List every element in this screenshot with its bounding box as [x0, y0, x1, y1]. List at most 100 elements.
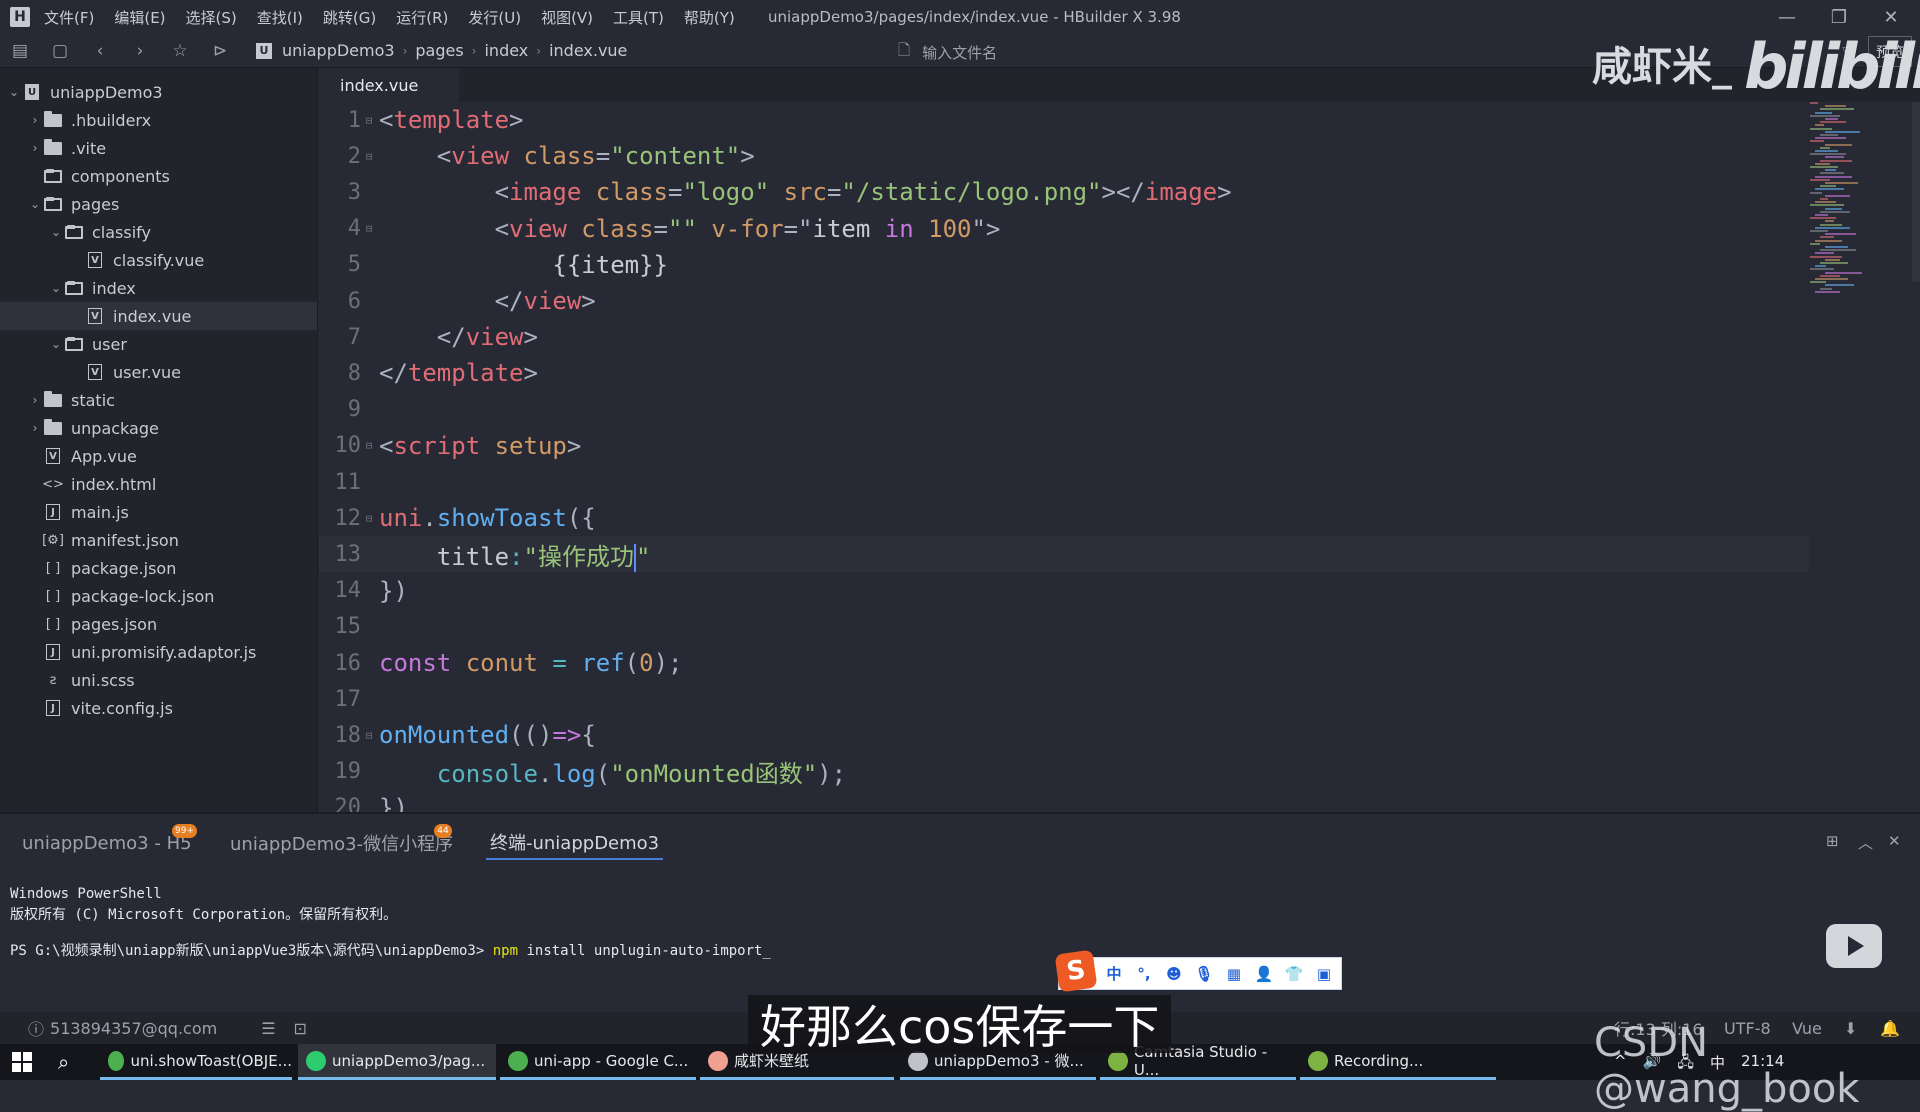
fold-toggle-icon[interactable]: ⊟: [361, 222, 377, 235]
code-line[interactable]: 2 ⊟ <view class="content">: [319, 138, 1809, 174]
code-line[interactable]: 14}): [319, 573, 1809, 609]
tree-item[interactable]: <> index.html: [0, 470, 317, 498]
ime-toolbox-icon[interactable]: ▣: [1309, 965, 1339, 983]
code-line[interactable]: 12 ⊟ uni.showToast({: [319, 500, 1809, 536]
ime-user-icon[interactable]: 👤: [1249, 965, 1279, 983]
breadcrumb-file[interactable]: index.vue: [549, 41, 627, 60]
ime-keyboard-icon[interactable]: ▦: [1219, 965, 1249, 983]
chevron-right-icon[interactable]: ›: [27, 421, 43, 435]
tree-item[interactable]: [ ] package-lock.json: [0, 582, 317, 610]
tree-item[interactable]: V App.vue: [0, 442, 317, 470]
tree-item[interactable]: ꙅ uni.scss: [0, 666, 317, 694]
chevron-right-icon[interactable]: ›: [27, 393, 43, 407]
breadcrumb-pages[interactable]: pages: [415, 41, 463, 60]
tree-item[interactable]: › .hbuilderx: [0, 106, 317, 134]
ime-punctuation-icon[interactable]: °,: [1129, 965, 1159, 983]
sogou-logo-icon[interactable]: S: [1054, 949, 1098, 993]
terminal-prompt-line[interactable]: PS G:\视频录制\uniapp新版\uniappVue3版本\源代码\uni…: [10, 940, 771, 960]
favorite-icon[interactable]: ☆: [160, 36, 200, 66]
tab-terminal[interactable]: 终端-uniappDemo3: [486, 826, 664, 860]
maximize-panel-icon[interactable]: ︿: [1858, 832, 1873, 853]
chevron-right-icon[interactable]: ›: [27, 113, 43, 127]
tree-item[interactable]: ⌄ classify: [0, 218, 317, 246]
breadcrumb-index[interactable]: index: [484, 41, 528, 60]
ime-skin-icon[interactable]: 👕: [1279, 965, 1309, 983]
ime-chinese-mode[interactable]: 中: [1099, 963, 1129, 984]
tab-console-weixin[interactable]: uniappDemo3-微信小程序 44: [230, 824, 453, 860]
account-email[interactable]: 513894357@qq.com: [50, 1019, 217, 1038]
tree-item[interactable]: Jvite.config.js: [0, 694, 317, 722]
code-line[interactable]: 11: [319, 464, 1809, 500]
fold-toggle-icon[interactable]: ⊟: [361, 150, 377, 163]
code-line[interactable]: 15: [319, 609, 1809, 645]
tab-console-h5[interactable]: uniappDemo3 - H5 99+: [22, 824, 197, 860]
close-panel-icon[interactable]: ✕: [1888, 832, 1901, 850]
code-line[interactable]: 13 title:"操作成功": [319, 536, 1809, 573]
menu-file[interactable]: 文件(F): [44, 7, 94, 28]
breadcrumb-project[interactable]: uniappDemo3: [282, 41, 395, 60]
fold-toggle-icon[interactable]: ⊟: [361, 512, 377, 525]
list-icon[interactable]: ☰: [261, 1019, 275, 1038]
tree-item[interactable]: Vuser.vue: [0, 358, 317, 386]
menu-tools[interactable]: 工具(T): [613, 7, 664, 28]
save-icon[interactable]: ▢: [40, 36, 80, 66]
tree-item[interactable]: › .vite: [0, 134, 317, 162]
tree-item[interactable]: ⌄ UuniappDemo3: [0, 78, 317, 106]
taskbar-item[interactable]: uni-app - Google C...: [500, 1044, 696, 1080]
tree-item[interactable]: ⌄ user: [0, 330, 317, 358]
tree-item[interactable]: Vclassify.vue: [0, 246, 317, 274]
run-icon[interactable]: ⊳: [200, 36, 240, 66]
new-file-icon[interactable]: ▤: [0, 36, 40, 66]
windows-start-icon[interactable]: [12, 1052, 32, 1072]
chevron-down-icon[interactable]: ⌄: [6, 85, 22, 99]
code-line[interactable]: 10 ⊟ <script setup>: [319, 428, 1809, 464]
editor-scrollbar[interactable]: [1912, 102, 1920, 282]
tree-item[interactable]: Juni.promisify.adaptor.js: [0, 638, 317, 666]
file-search-input[interactable]: 🗋 输入文件名: [898, 40, 997, 65]
menu-view[interactable]: 视图(V): [541, 7, 593, 28]
code-line[interactable]: 1 ⊟ <template>: [319, 102, 1809, 138]
code-line[interactable]: 7 </view>: [319, 319, 1809, 355]
menu-publish[interactable]: 发行(U): [468, 7, 521, 28]
code-line[interactable]: 8 </template>: [319, 355, 1809, 391]
tree-item[interactable]: [⚙] manifest.json: [0, 526, 317, 554]
code-line[interactable]: 6 </view>: [319, 283, 1809, 319]
tree-item[interactable]: [ ] package.json: [0, 554, 317, 582]
tree-item[interactable]: Vindex.vue: [0, 302, 317, 330]
menu-find[interactable]: 查找(I): [257, 7, 303, 28]
code-line[interactable]: 18 ⊟ onMounted(()=>{: [319, 717, 1809, 753]
tree-item[interactable]: Jmain.js: [0, 498, 317, 526]
fold-toggle-icon[interactable]: ⊟: [361, 729, 377, 742]
code-line[interactable]: 16 const conut = ref(0);: [319, 645, 1809, 681]
minimap[interactable]: [1810, 102, 1910, 302]
tree-item[interactable]: [ ] pages.json: [0, 610, 317, 638]
tree-item[interactable]: › static: [0, 386, 317, 414]
close-button[interactable]: ✕: [1868, 4, 1914, 30]
menu-help[interactable]: 帮助(Y): [684, 7, 735, 28]
chevron-down-icon[interactable]: ⌄: [48, 225, 64, 239]
code-line[interactable]: 17: [319, 681, 1809, 717]
chevron-down-icon[interactable]: ⌄: [48, 281, 64, 295]
code-line[interactable]: 3 <image class="logo" src="/static/logo.…: [319, 174, 1809, 210]
code-line[interactable]: 4 ⊟ <view class="" v-for="item in 100">: [319, 211, 1809, 247]
chevron-right-icon[interactable]: ›: [27, 141, 43, 155]
terminal-icon[interactable]: ⊡: [294, 1019, 307, 1038]
menu-run[interactable]: 运行(R): [396, 7, 448, 28]
tab-index-vue[interactable]: index.vue: [319, 68, 459, 102]
minimize-button[interactable]: —: [1764, 4, 1810, 30]
tree-item[interactable]: ⌄ index: [0, 274, 317, 302]
code-line[interactable]: 9: [319, 392, 1809, 428]
tree-item[interactable]: ⌄ pages: [0, 190, 317, 218]
ime-voice-icon[interactable]: 🎙: [1189, 965, 1219, 983]
code-line[interactable]: 20}): [319, 790, 1809, 812]
code-line[interactable]: 19 console.log("onMounted函数");: [319, 754, 1809, 790]
code-line[interactable]: 5 {{item}}: [319, 247, 1809, 283]
forward-icon[interactable]: ›: [120, 36, 160, 66]
menu-goto[interactable]: 跳转(G): [323, 7, 376, 28]
menu-select[interactable]: 选择(S): [186, 7, 237, 28]
search-icon[interactable]: ⌕: [58, 1050, 69, 1074]
fold-toggle-icon[interactable]: ⊟: [361, 439, 377, 452]
tree-item[interactable]: components: [0, 162, 317, 190]
back-icon[interactable]: ‹: [80, 36, 120, 66]
chevron-down-icon[interactable]: ⌄: [48, 337, 64, 351]
